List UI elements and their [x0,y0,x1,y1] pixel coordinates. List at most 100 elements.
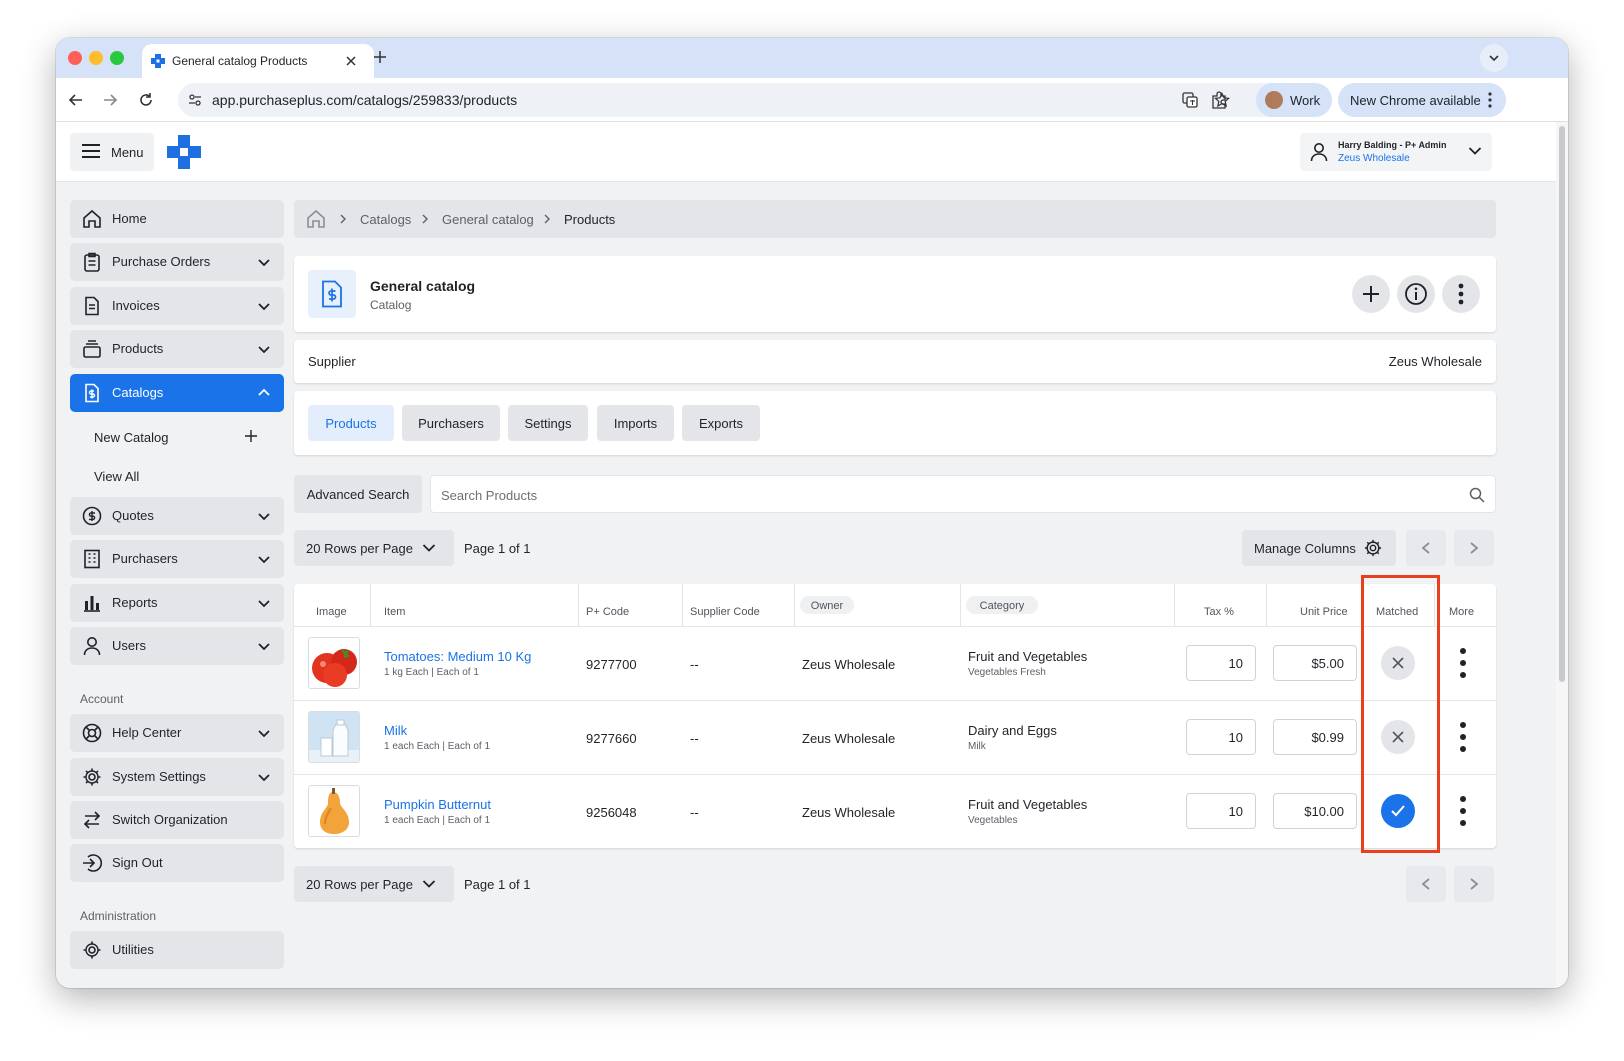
tax-input[interactable]: 10 [1186,645,1256,681]
menu-button[interactable]: Menu [70,133,154,171]
user-menu-button[interactable]: Harry Balding - P+ Admin Zeus Wholesale [1300,133,1492,171]
matched-toggle[interactable] [1381,720,1415,754]
chrome-update-button[interactable]: New Chrome available [1338,83,1506,117]
table-row: Milk 1 each Each | Each of 1 9277660 -- … [294,701,1496,774]
close-window-button[interactable] [68,51,82,65]
next-page-button[interactable] [1454,530,1494,566]
previous-page-button-bottom[interactable] [1406,866,1446,902]
sidebar-item-users[interactable]: Users [70,627,284,665]
row-more-icon[interactable] [1453,794,1473,828]
tab-search-button[interactable] [1480,44,1508,72]
close-icon [1392,657,1404,669]
table-row: Tomatoes: Medium 10 Kg 1 kg Each | Each … [294,627,1496,700]
column-header-image: Image [316,606,347,618]
sidebar-item-help-center[interactable]: Help Center [70,714,284,752]
extensions-icon[interactable] [1210,91,1228,109]
page-scrollbar[interactable] [1556,122,1568,988]
tab-exports[interactable]: Exports [682,405,760,441]
sidebar-item-sign-out[interactable]: Sign Out [70,844,284,882]
row-more-icon[interactable] [1453,720,1473,754]
forward-arrow-icon[interactable] [102,92,118,108]
add-button[interactable] [1352,275,1390,313]
info-button[interactable] [1397,275,1435,313]
manage-columns-button[interactable]: Manage Columns [1242,530,1396,566]
new-tab-icon[interactable] [373,50,387,64]
back-arrow-icon[interactable] [68,92,84,108]
unit-price-input[interactable]: $5.00 [1273,645,1357,681]
rows-per-page-select-bottom[interactable]: 20 Rows per Page [294,866,454,902]
tab-purchasers[interactable]: Purchasers [402,405,500,441]
sidebar-view-all[interactable]: View All [94,469,139,484]
sidebar-item-label: Purchasers [112,551,178,566]
milk-image [308,711,360,763]
profile-button[interactable]: Work [1256,83,1332,117]
gear-icon [83,941,101,959]
scrollbar-thumb[interactable] [1559,126,1565,682]
product-detail: 1 each Each | Each of 1 [384,815,491,826]
column-header-category: Category [979,600,1025,612]
checkmark-icon [1391,805,1405,817]
chevron-right-icon [340,214,346,224]
sidebar-item-label: Help Center [112,725,182,740]
sidebar-item-products[interactable]: Products [70,330,284,368]
browser-tab[interactable]: General catalog Products [142,44,374,78]
plus-icon [1363,286,1379,302]
sidebar-item-purchasers[interactable]: Purchasers [70,540,284,578]
advanced-search-button[interactable]: Advanced Search [294,475,422,513]
next-page-button-bottom[interactable] [1454,866,1494,902]
column-header-p-code: P+ Code [586,606,630,618]
sidebar-item-utilities[interactable]: Utilities [70,931,284,969]
breadcrumb-catalogs[interactable]: Catalogs [360,212,411,227]
owner-column-filter[interactable]: Owner [800,596,854,614]
category-column-filter[interactable]: Category [966,596,1038,614]
sidebar-item-label: Catalogs [112,385,164,400]
breadcrumb-general-catalog[interactable]: General catalog [442,212,534,227]
reload-icon[interactable] [138,92,154,108]
site-settings-icon[interactable] [188,93,202,107]
search-icon[interactable] [1469,487,1485,503]
sidebar-item-purchase-orders[interactable]: Purchase Orders [70,243,284,281]
product-name-link[interactable]: Tomatoes: Medium 10 Kg [384,649,531,664]
translate-icon[interactable] [1182,92,1198,108]
sidebar-item-home[interactable]: Home [70,200,284,238]
maximize-window-button[interactable] [110,51,124,65]
p-code: 9277700 [586,657,637,672]
purchaseplus-logo[interactable] [166,134,202,170]
product-name-link[interactable]: Pumpkin Butternut [384,797,491,812]
unit-price-input[interactable]: $10.00 [1273,793,1357,829]
sidebar-item-catalogs[interactable]: Catalogs [70,374,284,412]
catalog-more-button[interactable] [1442,275,1480,313]
chevron-down-icon [258,774,270,782]
matched-toggle[interactable] [1381,646,1415,680]
search-input[interactable]: Search Products [430,475,1496,513]
sidebar-new-catalog[interactable]: New Catalog [94,430,168,445]
tab-label: Settings [524,416,572,431]
row-more-icon[interactable] [1453,646,1473,680]
close-tab-icon[interactable] [345,55,357,67]
tab-products[interactable]: Products [308,405,394,441]
tab-imports[interactable]: Imports [597,405,674,441]
tax-input[interactable]: 10 [1186,719,1256,755]
sidebar-item-quotes[interactable]: Quotes [70,497,284,535]
sidebar-item-reports[interactable]: Reports [70,584,284,622]
previous-page-button[interactable] [1406,530,1446,566]
rows-per-page-select[interactable]: 20 Rows per Page [294,530,454,566]
plus-icon[interactable] [244,429,258,443]
catalog-subtitle: Catalog [370,298,412,312]
tab-settings[interactable]: Settings [508,405,588,441]
tax-input[interactable]: 10 [1186,793,1256,829]
sidebar-item-switch-organization[interactable]: Switch Organization [70,801,284,839]
owner: Zeus Wholesale [802,805,896,820]
minimize-window-button[interactable] [89,51,103,65]
sidebar-item-label: Sign Out [112,855,163,870]
product-name-link[interactable]: Milk [384,723,407,738]
column-divider [1434,584,1435,626]
unit-price-input[interactable]: $0.99 [1273,719,1357,755]
home-icon[interactable] [306,209,326,229]
sidebar-item-system-settings[interactable]: System Settings [70,758,284,796]
sidebar-item-invoices[interactable]: Invoices [70,287,284,325]
matched-toggle[interactable] [1381,794,1415,828]
rows-per-page-label: 20 Rows per Page [306,877,413,892]
address-bar[interactable]: app.purchaseplus.com/catalogs/259833/pro… [178,83,1296,117]
tab-label: Purchasers [418,416,484,431]
